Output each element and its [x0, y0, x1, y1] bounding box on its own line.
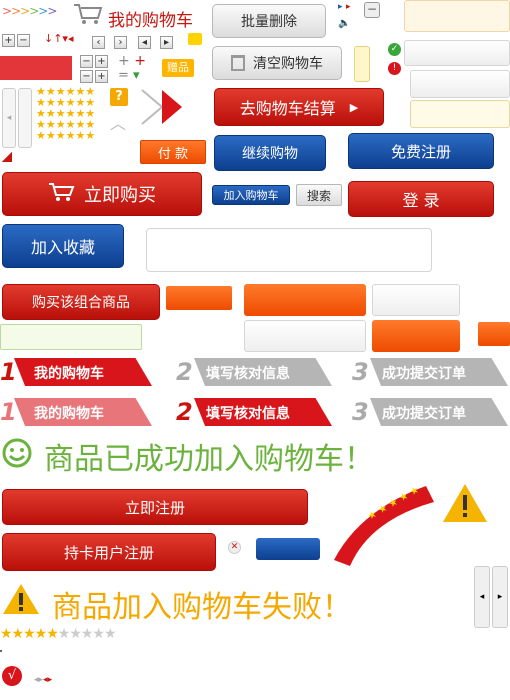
search-button[interactable]: 搜索	[296, 184, 342, 206]
add-favorite-button[interactable]: 加入收藏	[2, 224, 124, 268]
step-number: 2	[176, 398, 193, 426]
step-1-active: 1 我的购物车	[0, 356, 160, 390]
qty-plus2-icon[interactable]: +	[95, 70, 108, 83]
collapse-button[interactable]: −	[364, 2, 380, 18]
step-number: 2	[176, 358, 193, 386]
buy-now-label: 立即购买	[84, 185, 156, 206]
step-label: 成功提交订单	[382, 406, 466, 422]
warning-icon	[2, 582, 40, 616]
cart-icon	[48, 182, 76, 207]
nav-left-icon[interactable]: ‹	[92, 36, 105, 49]
green-box	[0, 324, 142, 350]
step-number: 3	[352, 358, 369, 386]
comment-icon	[188, 33, 202, 45]
arrow-pair-icon: ◂▸◂▸	[34, 675, 53, 685]
step-number: 1	[0, 398, 17, 426]
yellow-panel	[354, 46, 370, 82]
orange-box-3	[478, 322, 510, 346]
nav-next-icon[interactable]: ▸	[160, 36, 173, 49]
check-badge-icon: √	[2, 666, 22, 686]
step-label: 我的购物车	[34, 366, 104, 382]
red-bar	[0, 56, 72, 80]
gray-box-2	[244, 320, 366, 352]
scroll-right-button[interactable]	[18, 88, 32, 148]
input-panel-2	[410, 70, 510, 98]
checkout-label: 去购物车结算	[239, 99, 336, 118]
red-arrow-icon	[140, 88, 184, 126]
pager-prev-button[interactable]: ◂	[474, 566, 490, 628]
buy-combo-button[interactable]: 购买该组合商品	[2, 284, 160, 320]
qty-minus-icon[interactable]: −	[80, 55, 93, 68]
blue-bar	[256, 538, 320, 560]
card-register-button[interactable]: 持卡用户注册	[2, 533, 216, 571]
clear-cart-button[interactable]: 清空购物车	[212, 46, 342, 80]
login-button[interactable]: 登 录	[348, 181, 494, 217]
buy-now-button[interactable]: 立即购买	[2, 172, 202, 216]
step-label: 填写核对信息	[206, 366, 290, 382]
notice-panel-2	[410, 100, 510, 128]
cart-icon	[72, 2, 104, 26]
qty-plus-icon[interactable]: +	[95, 55, 108, 68]
step-number: 1	[0, 358, 17, 386]
rating-stars[interactable]: ★★★★★★★★★★	[0, 626, 117, 642]
large-input-box[interactable]	[146, 228, 432, 272]
play-icon: ▸	[338, 2, 343, 12]
step-1: 1 我的购物车	[0, 396, 160, 430]
scroll-left-button[interactable]: ◂	[2, 88, 16, 148]
step-number: 3	[352, 398, 369, 426]
close-icon[interactable]: ✕	[228, 541, 241, 554]
sound-icon: 🔈	[338, 18, 351, 29]
step-3: 3 成功提交订单	[352, 356, 510, 390]
help-icon: ?	[110, 88, 128, 106]
step-label: 我的购物车	[34, 406, 104, 422]
play-red-icon: ▸	[346, 2, 351, 12]
step-3: 3 成功提交订单	[352, 396, 510, 430]
ribbon-icon: ★ ★ ★ ★ ★	[330, 480, 436, 566]
pay-button[interactable]: 付 款	[140, 140, 206, 164]
chevron-arrows-icon: >>>>>>	[2, 4, 57, 18]
qty-minus2-icon[interactable]: −	[80, 70, 93, 83]
register-now-button[interactable]: 立即注册	[2, 489, 308, 525]
step-2: 2 填写核对信息	[176, 356, 336, 390]
orange-bar-small	[166, 286, 232, 310]
orange-bar-large	[244, 284, 366, 316]
gift-badge: 赠品	[162, 59, 194, 77]
star-grid: ★★★★★★ ★★★★★★ ★★★★★★ ★★★★★★ ★★★★★★	[36, 85, 96, 142]
nav-prev-icon[interactable]: ◂	[138, 36, 151, 49]
continue-shopping-button[interactable]: 继续购物	[214, 135, 326, 171]
notice-panel	[404, 0, 510, 32]
batch-delete-button[interactable]: 批量删除	[212, 4, 326, 38]
step-2-active: 2 填写核对信息	[176, 396, 336, 430]
step-label: 填写核对信息	[206, 406, 290, 422]
pager-next-button[interactable]: ▸	[492, 566, 508, 628]
add-to-cart-button[interactable]: 加入购物车	[212, 185, 290, 205]
nav-right-icon[interactable]: ›	[114, 36, 127, 49]
step-bar-row-1: 1 我的购物车 2 填写核对信息 3 成功提交订单	[0, 356, 510, 390]
input-panel-1	[404, 40, 510, 66]
equal-icon: = ▾	[118, 68, 140, 83]
trash-icon	[231, 55, 245, 71]
clear-cart-label: 清空购物车	[253, 56, 323, 72]
checkout-button[interactable]: 去购物车结算 ▶	[214, 88, 384, 126]
plus-red-icon: + +	[118, 53, 146, 69]
success-message: 商品已成功加入购物车！	[44, 442, 374, 477]
warning-icon	[442, 482, 488, 524]
my-cart-title: 我的购物车	[108, 11, 193, 31]
dot-icon	[0, 650, 2, 652]
sort-arrows-icon[interactable]: ↓↑▾◂	[44, 32, 73, 45]
plus-icon[interactable]: +	[2, 34, 15, 47]
free-register-button[interactable]: 免费注册	[348, 133, 494, 169]
gray-box-1	[372, 284, 460, 316]
step-bar-row-2: 1 我的购物车 2 填写核对信息 3 成功提交订单	[0, 396, 510, 430]
error-icon: !	[388, 62, 401, 75]
minus-icon[interactable]: −	[17, 34, 30, 47]
fail-message: 商品加入购物车失败！	[52, 590, 352, 625]
orange-box-2	[372, 320, 460, 352]
check-icon: ✓	[388, 43, 401, 56]
chevron-up-icon: ︿	[110, 114, 127, 133]
smile-icon	[2, 438, 32, 468]
step-label: 成功提交订单	[382, 366, 466, 382]
corner-icon	[2, 152, 12, 162]
play-arrow-icon: ▶	[349, 100, 359, 114]
